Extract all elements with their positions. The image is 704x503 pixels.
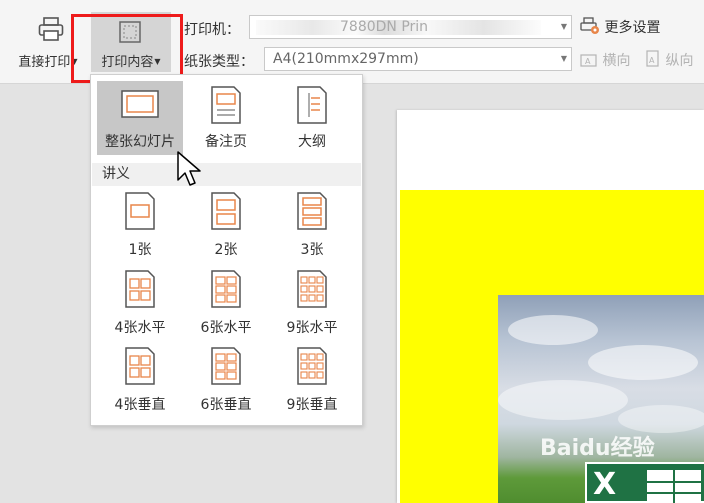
- outline-icon: [297, 86, 327, 124]
- option-full-slide[interactable]: 整张幻灯片: [97, 81, 183, 155]
- option-handout-3[interactable]: 3张: [269, 191, 355, 261]
- printer-select[interactable]: 7880DN Prin ▼: [249, 15, 572, 39]
- baidu-watermark: Baidu经验: [540, 436, 655, 461]
- direct-print-button[interactable]: 直接打印▼: [8, 0, 88, 84]
- full-slide-icon: [121, 90, 159, 118]
- option-notes-page[interactable]: 备注页: [183, 81, 269, 155]
- option-handout-2[interactable]: 2张: [183, 191, 269, 261]
- chevron-down-icon: ▼: [560, 54, 567, 63]
- option-handout-4-horizontal[interactable]: 4张水平: [97, 269, 183, 339]
- landscape-icon: A: [580, 54, 597, 67]
- chevron-down-icon: ▼: [154, 57, 161, 66]
- option-label: 4张水平: [114, 320, 166, 336]
- option-outline[interactable]: 大纲: [269, 81, 355, 155]
- printer-icon: [38, 17, 64, 41]
- option-label: 9张垂直: [286, 397, 338, 413]
- print-content-label: 打印内容: [101, 55, 154, 70]
- option-label: 备注页: [205, 134, 247, 150]
- more-settings-label: 更多设置: [604, 20, 661, 36]
- option-handout-9-vertical[interactable]: 9张垂直: [269, 346, 355, 416]
- notes-page-icon: [211, 86, 241, 124]
- option-label: 9张水平: [286, 320, 338, 336]
- option-label: 大纲: [298, 134, 326, 150]
- more-settings-button[interactable]: 更多设置: [580, 17, 660, 37]
- landscape-label: 横向: [602, 53, 631, 69]
- option-label: 1张: [128, 242, 152, 258]
- paper-type-select[interactable]: A4(210mmx297mm) ▼: [264, 47, 572, 71]
- direct-print-label: 直接打印: [18, 55, 71, 70]
- settings-printer-icon: [580, 17, 599, 34]
- chevron-down-icon: ▼: [71, 57, 78, 66]
- option-handout-4-vertical[interactable]: 4张垂直: [97, 346, 183, 416]
- option-label: 6张水平: [200, 320, 252, 336]
- print-content-button[interactable]: 打印内容▼: [91, 12, 171, 72]
- print-content-dropdown: 整张幻灯片 备注页 大纲 讲义 1张 2张 3张 4张水平 6张水平 9张水平 …: [90, 74, 363, 426]
- svg-text:A: A: [649, 56, 655, 65]
- portrait-icon: A: [646, 50, 659, 67]
- portrait-label: 纵向: [665, 53, 694, 69]
- handout-6-vertical-icon: [211, 347, 241, 385]
- chevron-down-icon: ▼: [560, 22, 567, 31]
- excel-logo-icon: X: [585, 462, 704, 503]
- option-label: 4张垂直: [114, 397, 166, 413]
- portrait-button[interactable]: A 纵向: [645, 50, 693, 70]
- option-handout-6-vertical[interactable]: 6张垂直: [183, 346, 269, 416]
- option-label: 3张: [300, 242, 324, 258]
- option-handout-9-horizontal[interactable]: 9张水平: [269, 269, 355, 339]
- printer-label: 打印机：: [184, 22, 240, 38]
- svg-text:A: A: [585, 57, 591, 66]
- handout-2-icon: [211, 192, 241, 230]
- paper-type-value: A4(210mmx297mm): [273, 51, 419, 67]
- printer-value: 7880DN Prin: [340, 19, 429, 35]
- handout-1-icon: [125, 192, 155, 230]
- handout-4-vertical-icon: [125, 347, 155, 385]
- handout-3-icon: [297, 192, 327, 230]
- handout-6-horizontal-icon: [211, 270, 241, 308]
- option-handout-6-horizontal[interactable]: 6张水平: [183, 269, 269, 339]
- option-handout-1[interactable]: 1张: [97, 191, 183, 261]
- paper-type-label: 纸张类型：: [184, 54, 254, 70]
- option-label: 6张垂直: [200, 397, 252, 413]
- option-label: 2张: [214, 242, 238, 258]
- handout-9-vertical-icon: [297, 347, 327, 385]
- print-toolbar: 直接打印▼ 打印内容▼ 打印机： 7880DN Prin ▼ 纸张类型： A4(…: [0, 0, 704, 84]
- landscape-button[interactable]: A 横向: [580, 50, 630, 70]
- handout-9-horizontal-icon: [297, 270, 327, 308]
- handout-4-horizontal-icon: [125, 270, 155, 308]
- handouts-section-header: 讲义: [92, 163, 361, 186]
- print-content-icon: [119, 21, 141, 43]
- option-label: 整张幻灯片: [105, 134, 175, 150]
